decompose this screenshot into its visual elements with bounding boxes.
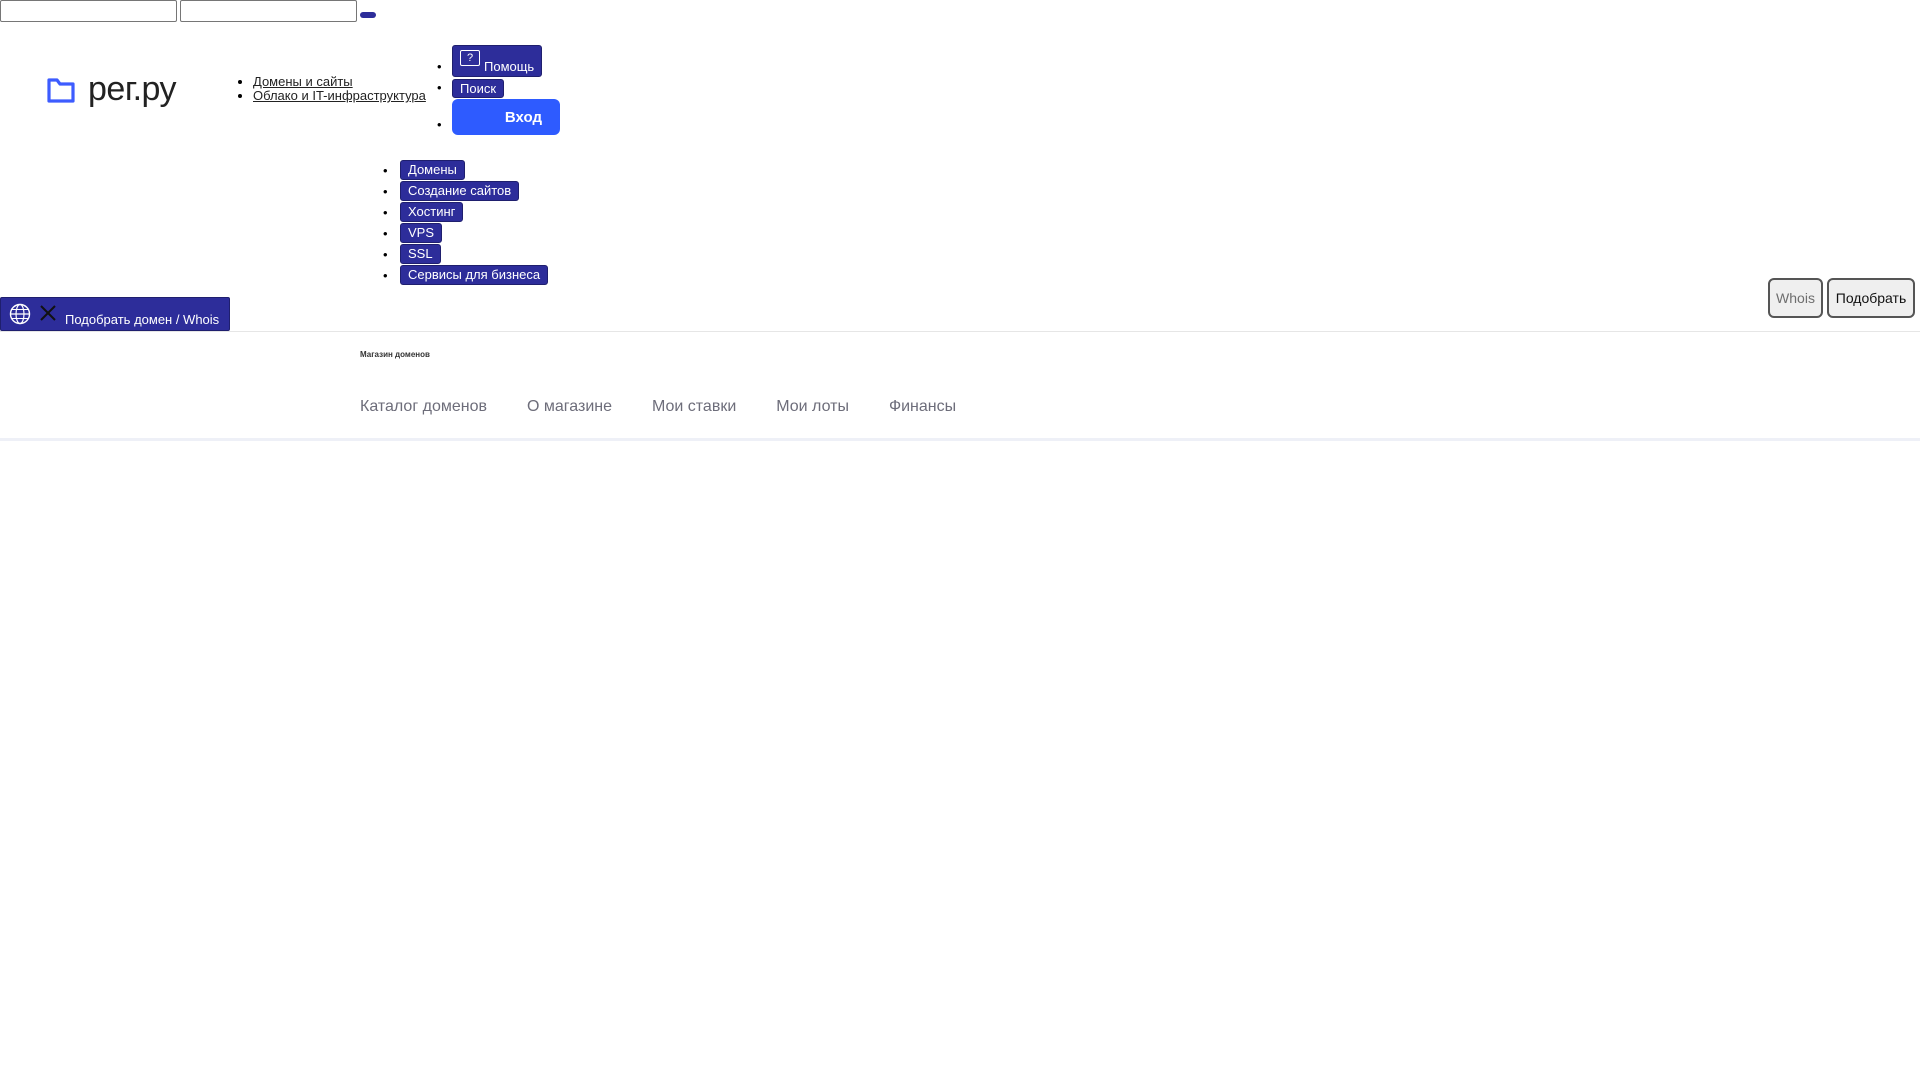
- list-bullet: •: [437, 80, 442, 95]
- logo[interactable]: рег.ру: [46, 70, 177, 109]
- folder-icon: [47, 77, 75, 103]
- menu-item-vps[interactable]: VPS: [400, 223, 443, 243]
- tab-about-shop[interactable]: О магазине: [527, 398, 612, 416]
- close-icon: [40, 305, 56, 321]
- list-bullet: •: [383, 184, 388, 199]
- top-text-input-1[interactable]: [0, 0, 177, 22]
- top-links-list: Домены и сайты Облако и IT-инфраструктур…: [235, 75, 426, 103]
- tab-finances[interactable]: Финансы: [889, 398, 956, 416]
- menu-item-hosting[interactable]: Хостинг: [400, 202, 464, 222]
- logo-text: рег.ру: [88, 70, 177, 108]
- tab-my-bids[interactable]: Мои ставки: [652, 398, 736, 416]
- link-cloud-it[interactable]: Облако и IT-инфраструктура: [253, 88, 426, 103]
- menu-item-site-builder[interactable]: Создание сайтов: [400, 181, 520, 201]
- globe-icon: [9, 303, 31, 325]
- divider: [0, 438, 1920, 441]
- domain-search-toggle[interactable]: Подобрать домен / Whois: [0, 297, 230, 331]
- whois-button[interactable]: Whois: [1768, 278, 1823, 318]
- list-bullet: •: [383, 163, 388, 178]
- top-link-item: Облако и IT-инфраструктура: [253, 89, 426, 103]
- help-button[interactable]: ? Помощь: [452, 45, 543, 77]
- list-bullet: •: [437, 117, 442, 132]
- list-bullet: •: [437, 59, 442, 74]
- link-domains-sites[interactable]: Домены и сайты: [253, 74, 353, 89]
- tab-domain-catalog[interactable]: Каталог доменов: [360, 398, 487, 416]
- question-icon: ?: [460, 50, 480, 66]
- menu-item-business-services[interactable]: Сервисы для бизнеса: [400, 265, 549, 285]
- shop-tabs: Каталог доменов О магазине Мои ставки Мо…: [360, 398, 956, 416]
- help-label: Помощь: [484, 58, 535, 74]
- pick-domain-button[interactable]: Подобрать: [1827, 278, 1915, 318]
- tab-my-lots[interactable]: Мои лоты: [776, 398, 849, 416]
- menu-item-domains[interactable]: Домены: [400, 160, 465, 180]
- list-bullet: •: [383, 226, 388, 241]
- top-text-input-2[interactable]: [180, 0, 357, 22]
- list-bullet: •: [383, 247, 388, 262]
- list-bullet: •: [383, 268, 388, 283]
- domain-search-label: Подобрать домен / Whois: [65, 312, 220, 327]
- search-button[interactable]: Поиск: [452, 79, 505, 98]
- login-button[interactable]: Вход: [452, 99, 560, 135]
- page-title: Магазин доменов: [360, 350, 430, 359]
- menu-item-ssl[interactable]: SSL: [400, 244, 441, 264]
- top-submit-button[interactable]: [360, 12, 376, 18]
- divider: [0, 331, 1920, 332]
- list-bullet: •: [383, 205, 388, 220]
- top-link-item: Домены и сайты: [253, 75, 426, 89]
